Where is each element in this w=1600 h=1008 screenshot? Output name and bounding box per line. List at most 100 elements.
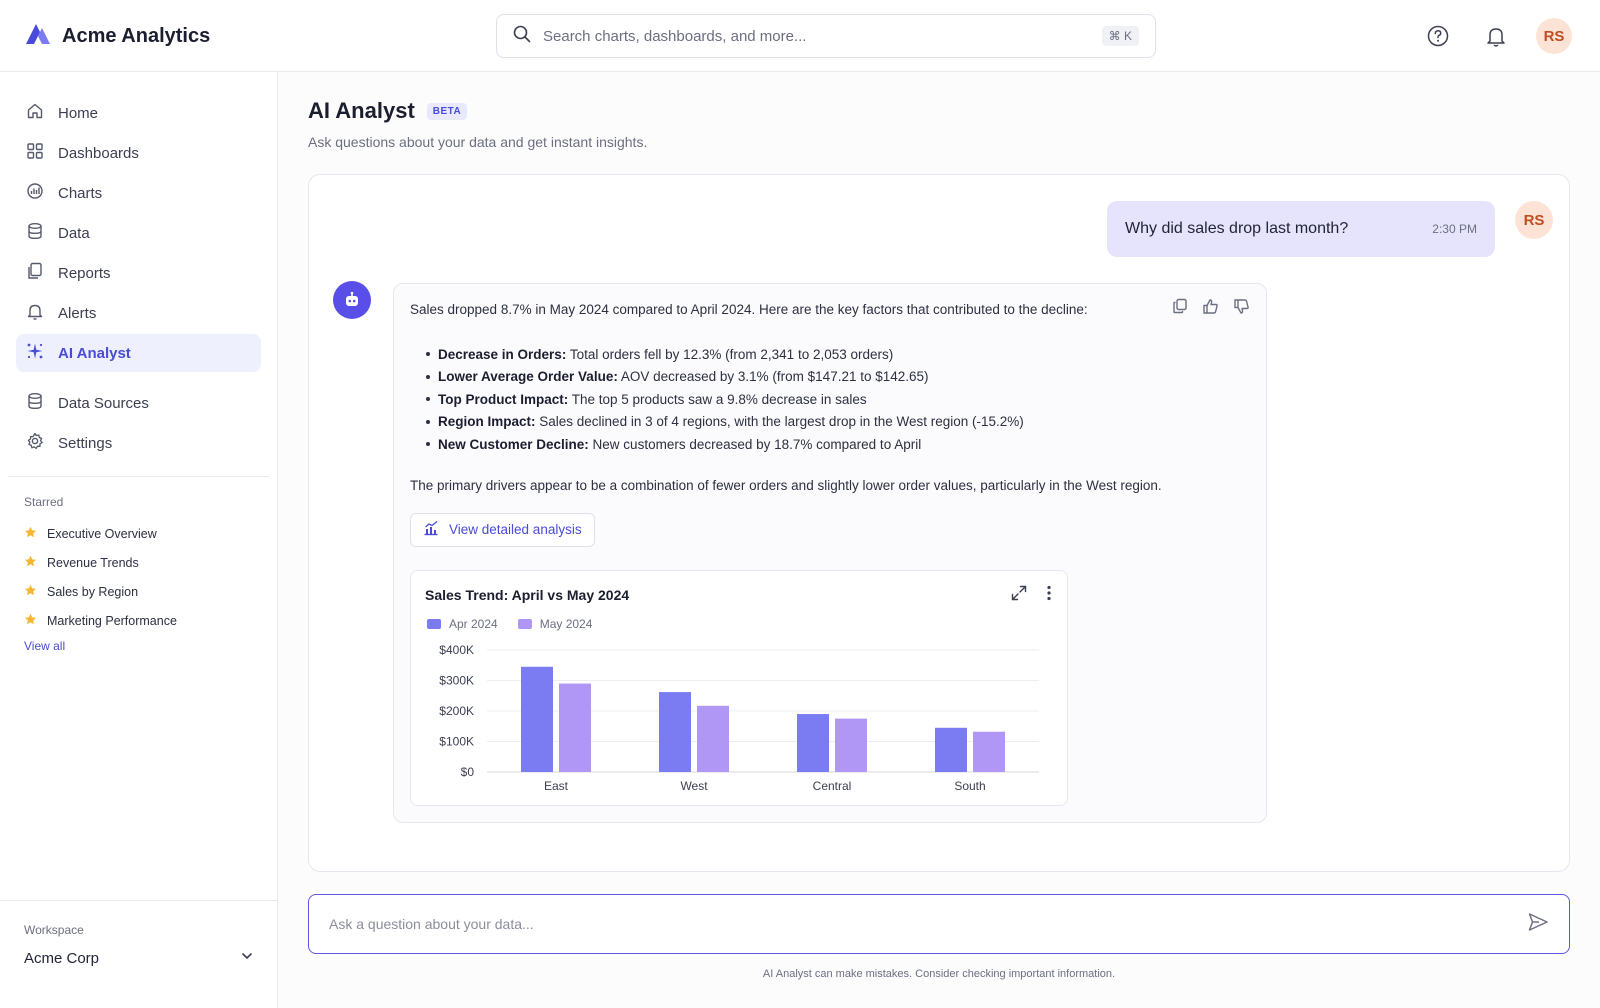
- factor-text: Sales declined in 3 of 4 regions, with t…: [535, 414, 1024, 430]
- more-options-icon[interactable]: [1047, 585, 1051, 606]
- grid-icon: [26, 142, 44, 164]
- x-tick-label: Central: [813, 779, 852, 793]
- analytics-icon: [423, 520, 439, 539]
- gear-icon: [26, 432, 44, 454]
- bar-south-apr-2024: [935, 727, 967, 772]
- factor-item: Decrease in Orders: Total orders fell by…: [426, 343, 1250, 366]
- send-icon[interactable]: [1527, 911, 1549, 938]
- message-time: 2:30 PM: [1432, 222, 1477, 236]
- database-icon: [26, 392, 44, 414]
- bullet-dot: [426, 419, 430, 424]
- sidebar-item-data[interactable]: Data: [16, 214, 261, 252]
- sidebar-item-label: Reports: [58, 264, 111, 282]
- starred-item[interactable]: Marketing Performance: [24, 606, 277, 635]
- starred-item[interactable]: Revenue Trends: [24, 548, 277, 577]
- x-tick-label: West: [680, 779, 708, 793]
- legend-swatch: [517, 619, 532, 629]
- search-shortcut: ⌘ K: [1101, 26, 1139, 46]
- star-icon: [24, 526, 37, 542]
- chart-icon: [26, 182, 44, 204]
- bar-central-may-2024: [835, 718, 867, 772]
- report-icon: [26, 262, 44, 284]
- sidebar: Home Dashboards Charts Data Reports Alerts AI …: [0, 72, 278, 1008]
- notifications-icon[interactable]: [1478, 18, 1514, 54]
- bullet-dot: [426, 374, 430, 379]
- factor-item: Lower Average Order Value: AOV decreased…: [426, 366, 1250, 389]
- bot-intro-text: Sales dropped 8.7% in May 2024 compared …: [410, 302, 1088, 317]
- y-tick-label: $400K: [439, 643, 474, 657]
- sidebar-item-reports[interactable]: Reports: [16, 254, 261, 292]
- bullet-dot: [426, 442, 430, 447]
- sidebar-nav: Home Dashboards Charts Data Reports Alerts AI …: [0, 72, 277, 462]
- view-analysis-button[interactable]: View detailed analysis: [410, 512, 595, 547]
- bar-south-may-2024: [973, 731, 1005, 772]
- x-tick-label: South: [954, 779, 985, 793]
- help-icon[interactable]: [1420, 18, 1456, 54]
- sidebar-item-label: Home: [58, 104, 99, 122]
- sales-trend-chart-card: Sales Trend: April vs May 2024 Apr 2024 M…: [410, 570, 1068, 806]
- starred-list: Executive Overview Revenue Trends Sales by…: [0, 519, 277, 635]
- bar-chart: $0 $100K $200K $300K $400K East West Central Sou…: [439, 643, 1039, 793]
- workspace-switcher[interactable]: Workspace Acme Corp: [0, 900, 278, 1008]
- sparkle-icon: [26, 342, 44, 364]
- sidebar-item-label: Settings: [58, 434, 113, 452]
- expand-icon[interactable]: [1011, 585, 1027, 606]
- bar-central-apr-2024: [797, 714, 829, 772]
- starred-item[interactable]: Sales by Region: [24, 577, 277, 606]
- sidebar-item-charts[interactable]: Charts: [16, 174, 261, 212]
- bar-west-may-2024: [697, 705, 729, 772]
- page-title: AI Analyst: [308, 98, 415, 123]
- sidebar-item-label: Data: [58, 224, 90, 242]
- starred-item-label: Sales by Region: [47, 584, 139, 599]
- sidebar-item-label: Dashboards: [58, 144, 139, 162]
- sidebar-item-dashboards[interactable]: Dashboards: [16, 134, 261, 172]
- starred-heading: Starred: [24, 495, 64, 509]
- chart-title: Sales Trend: April vs May 2024: [425, 587, 630, 603]
- beta-badge: BETA: [426, 102, 468, 120]
- x-tick-label: East: [544, 779, 569, 793]
- workspace-label: Workspace: [24, 923, 84, 937]
- view-all-link[interactable]: View all: [24, 639, 65, 653]
- user-avatar[interactable]: RS: [1536, 18, 1572, 54]
- factor-label: Region Impact:: [438, 414, 536, 430]
- copy-icon[interactable]: [1172, 298, 1188, 320]
- sidebar-item-ai-analyst[interactable]: AI Analyst: [16, 334, 261, 372]
- factor-text: The top 5 products saw a 9.8% decrease i…: [568, 391, 867, 407]
- question-input-box[interactable]: [308, 894, 1570, 954]
- factor-label: New Customer Decline:: [438, 436, 589, 452]
- brand[interactable]: Acme Analytics: [24, 22, 210, 51]
- search-bar[interactable]: Search charts, dashboards, and more... ⌘…: [496, 14, 1156, 58]
- chevron-down-icon[interactable]: [240, 949, 254, 968]
- bullet-dot: [426, 352, 430, 357]
- factor-item: New Customer Decline: New customers decr…: [426, 433, 1250, 456]
- factor-label: Decrease in Orders:: [438, 346, 567, 362]
- starred-item[interactable]: Executive Overview: [24, 519, 277, 548]
- sidebar-item-data-sources[interactable]: Data Sources: [16, 384, 261, 422]
- sidebar-item-label: Alerts: [58, 304, 97, 322]
- sidebar-item-settings[interactable]: Settings: [16, 424, 261, 462]
- y-tick-label: $100K: [439, 735, 474, 749]
- bell-icon: [26, 302, 44, 324]
- bot-avatar-icon: [333, 281, 371, 319]
- top-bar: Acme Analytics Search charts, dashboards…: [0, 0, 1600, 72]
- chart-legend: Apr 2024 May 2024: [427, 617, 592, 631]
- sidebar-item-home[interactable]: Home: [16, 94, 261, 132]
- home-icon: [26, 102, 44, 124]
- search-placeholder[interactable]: Search charts, dashboards, and more...: [543, 28, 1102, 45]
- bullet-dot: [426, 397, 430, 402]
- view-analysis-label: View detailed analysis: [449, 522, 582, 537]
- sidebar-item-label: AI Analyst: [58, 344, 131, 362]
- factor-text: AOV decreased by 3.1% (from $147.21 to $…: [617, 369, 929, 385]
- user-message-avatar: RS: [1515, 201, 1553, 239]
- thumbs-up-icon[interactable]: [1202, 298, 1219, 320]
- thumbs-down-icon[interactable]: [1233, 298, 1250, 320]
- sidebar-item-alerts[interactable]: Alerts: [16, 294, 261, 332]
- user-message: Why did sales drop last month?: [1125, 220, 1349, 237]
- factor-label: Lower Average Order Value:: [438, 369, 618, 385]
- sidebar-divider: [8, 476, 269, 477]
- star-icon: [24, 584, 37, 600]
- question-input[interactable]: [329, 916, 1527, 932]
- factor-item: Top Product Impact: The top 5 products s…: [426, 388, 1250, 411]
- factor-label: Top Product Impact:: [438, 391, 569, 407]
